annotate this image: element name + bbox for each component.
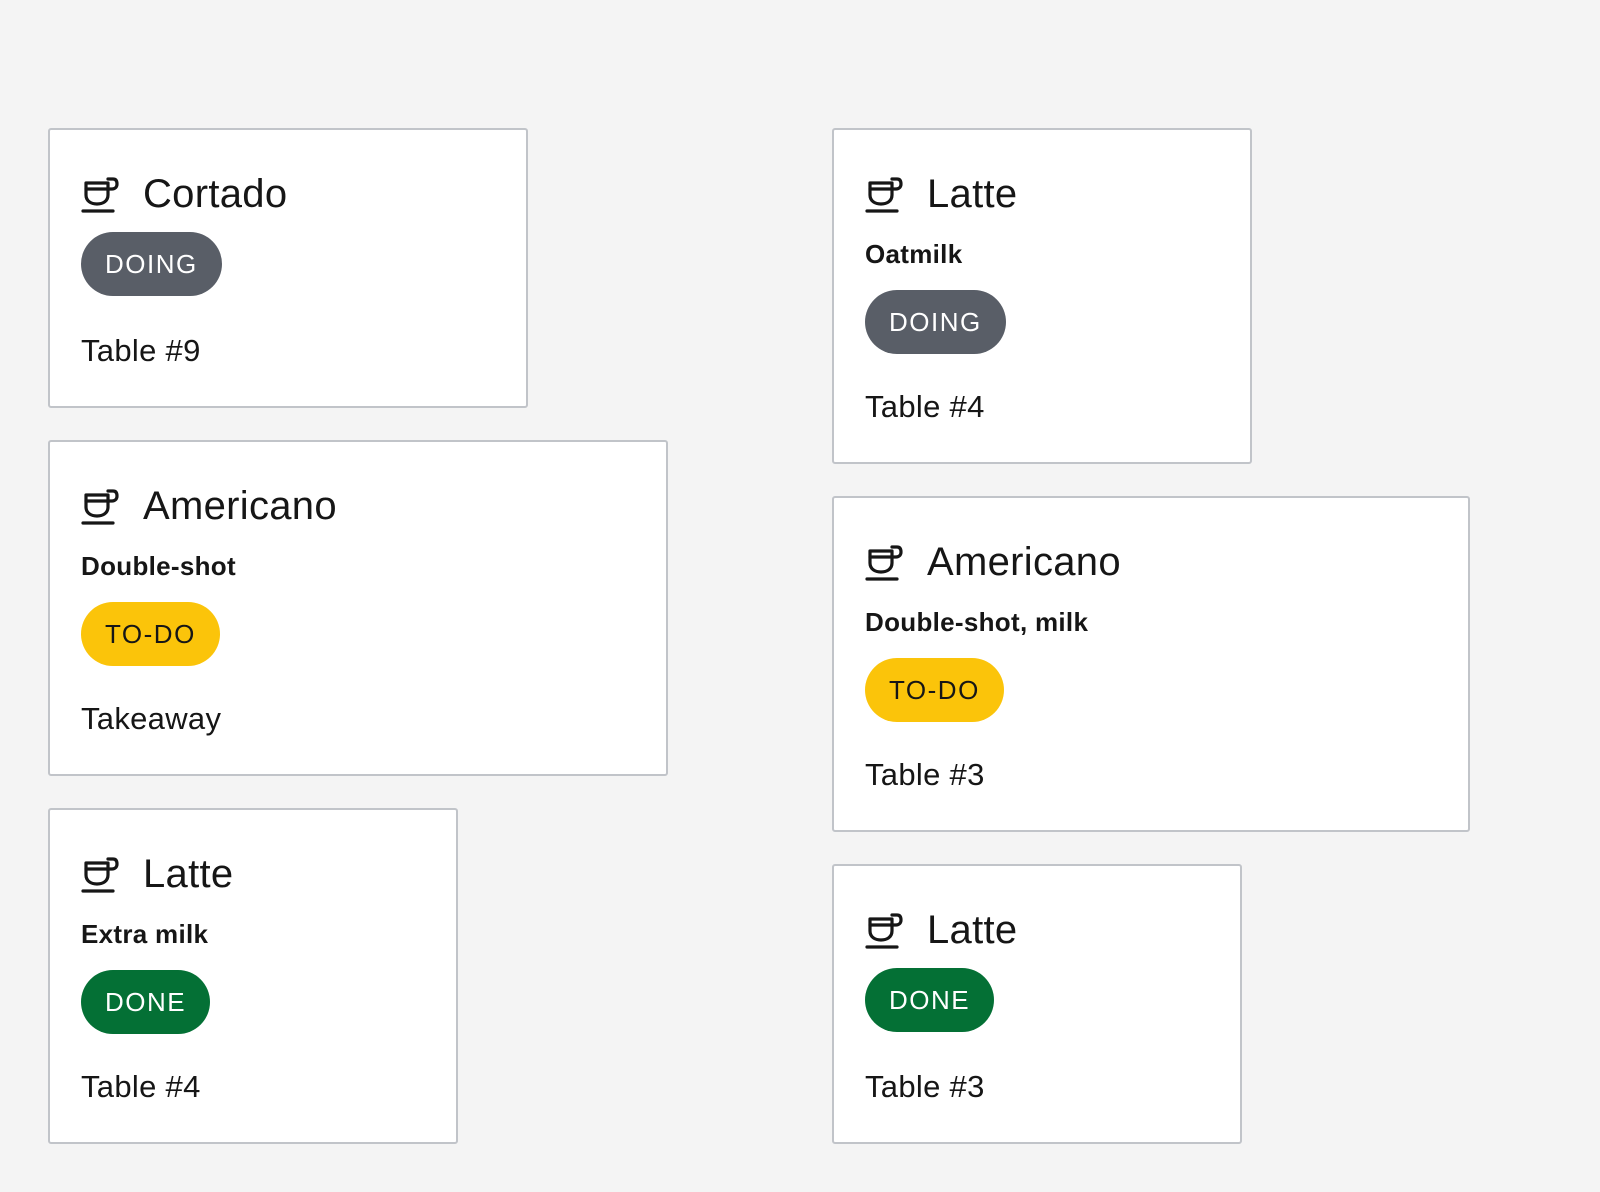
coffee-cup-icon <box>865 911 903 949</box>
coffee-cup-icon <box>81 487 119 525</box>
order-card-header: Cortado <box>81 170 287 218</box>
drink-name: Latte <box>927 172 1018 216</box>
order-card-header: Latte <box>81 850 233 898</box>
order-location: Table #3 <box>865 757 985 792</box>
status-badge: DOING <box>81 232 222 296</box>
order-location: Table #9 <box>81 333 201 368</box>
status-badge: TO-DO <box>81 602 220 666</box>
drink-name: Americano <box>927 540 1121 584</box>
order-card[interactable]: Americano Double-shot TO-DO Takeaway <box>48 440 668 776</box>
drink-name: Latte <box>143 852 234 896</box>
status-badge: DONE <box>865 968 995 1032</box>
status-badge: DONE <box>81 970 211 1034</box>
order-card-header: Americano <box>865 538 1121 586</box>
order-location: Table #4 <box>81 1069 201 1104</box>
order-location: Takeaway <box>81 701 222 736</box>
order-card[interactable]: Americano Double-shot, milk TO-DO Table … <box>832 496 1470 832</box>
coffee-cup-icon <box>81 855 119 893</box>
order-location: Table #3 <box>865 1069 985 1104</box>
order-card[interactable]: Latte DONE Table #3 <box>832 864 1242 1144</box>
order-location: Table #4 <box>865 389 985 424</box>
order-card[interactable]: Latte Oatmilk DOING Table #4 <box>832 128 1252 464</box>
order-note: Double-shot <box>81 551 236 581</box>
drink-name: Latte <box>927 908 1018 952</box>
drink-name: Americano <box>143 484 337 528</box>
coffee-cup-icon <box>865 175 903 213</box>
order-card-header: Latte <box>865 170 1017 218</box>
status-badge: TO-DO <box>865 658 1004 722</box>
coffee-cup-icon <box>81 175 119 213</box>
order-note: Double-shot, milk <box>865 607 1089 637</box>
order-card-header: Latte <box>865 906 1017 954</box>
order-note: Extra milk <box>81 919 209 949</box>
status-badge: DOING <box>865 290 1006 354</box>
order-card-header: Americano <box>81 482 337 530</box>
order-note: Oatmilk <box>865 239 963 269</box>
coffee-cup-icon <box>865 543 903 581</box>
drink-name: Cortado <box>143 172 288 216</box>
order-card[interactable]: Latte Extra milk DONE Table #4 <box>48 808 458 1144</box>
order-card[interactable]: Cortado DOING Table #9 <box>48 128 528 408</box>
